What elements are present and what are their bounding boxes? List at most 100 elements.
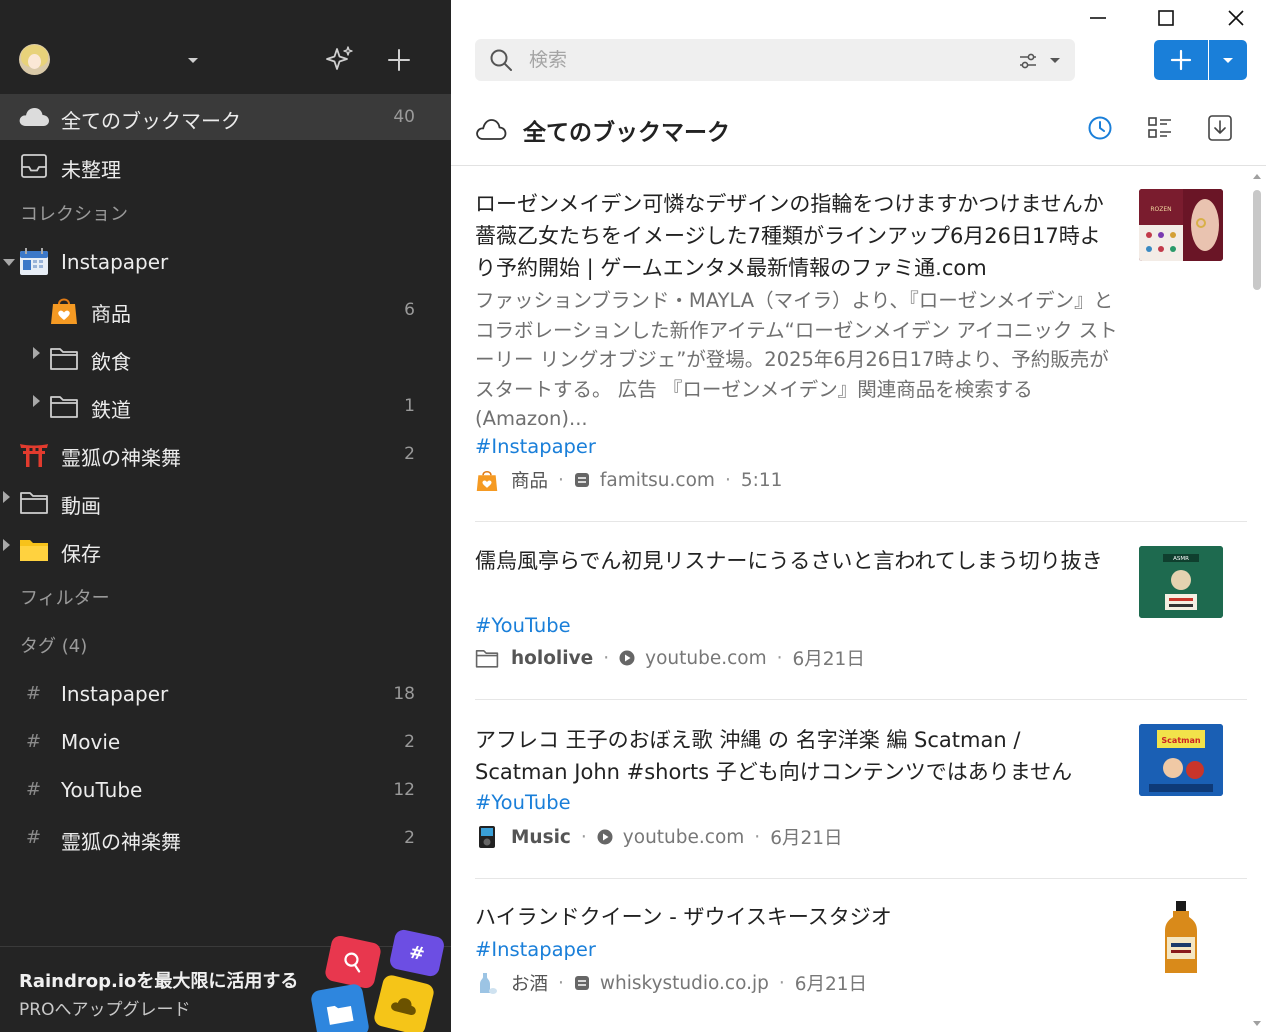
folder-icon (48, 390, 80, 422)
bookmark-tag[interactable]: #Instapaper (475, 938, 596, 961)
close-icon[interactable] (1216, 4, 1256, 32)
tag-label: 霊狐の神楽舞 (61, 830, 181, 854)
promo-subtitle: PROへアップグレード (19, 1000, 191, 1020)
bookmark-title[interactable]: 儒烏風亭らでん初見リスナーにうるさいと言われてしまう切り抜き (475, 545, 1115, 577)
filter-settings-icon[interactable] (1018, 51, 1038, 71)
calendar-icon (18, 246, 50, 278)
sparkle-icon[interactable] (324, 44, 356, 76)
bookmark-thumbnail[interactable]: ROZEN (1139, 189, 1223, 261)
expand-toggle-icon[interactable] (33, 347, 40, 359)
bookmark-item[interactable]: 儒烏風亭らでん初見リスナーにうるさいと言われてしまう切り抜き #YouTube … (475, 545, 1247, 700)
bookmark-item[interactable]: ローゼンメイデン可憐なデザインの指輪をつけますかつけませんか薔薇乙女たちをイメー… (475, 188, 1247, 522)
minimize-icon[interactable] (1078, 4, 1118, 32)
view-mode-list-icon[interactable] (1145, 113, 1175, 143)
inbox-icon (18, 150, 50, 182)
filters-heading[interactable]: フィルター (20, 584, 110, 610)
tags-heading[interactable]: タグ (4) (20, 632, 87, 658)
sidebar-item-reiko[interactable]: 霊狐の神楽舞 2 (0, 431, 451, 477)
bookmark-title[interactable]: アフレコ 王子のおぼえ歌 沖縄 の 名字洋楽 編 Scatman / Scatm… (475, 724, 1115, 788)
sidebar-item-video[interactable]: 動画 (0, 479, 451, 525)
sidebar-tag-movie[interactable]: # Movie 2 (0, 719, 451, 765)
main-panel: 全てのブックマーク ローゼンメイデン可憐なデザインの指輪をつけますかつけませんか… (451, 0, 1266, 1032)
bookmark-domain: whiskystudio.co.jp (599, 972, 769, 994)
sidebar-item-label: 鉄道 (91, 398, 131, 422)
sidebar-item-label: 商品 (91, 302, 131, 326)
scroll-up-icon[interactable] (1253, 174, 1261, 179)
upgrade-promo[interactable]: Raindrop.ioを最大限に活用する PROへアップグレード # (0, 928, 451, 1032)
tag-count: 2 (404, 828, 415, 848)
sidebar-item-instapaper[interactable]: Instapaper (0, 239, 451, 285)
bookmark-meta: hololive · youtube.com · 6月21日 (475, 644, 865, 672)
collections-heading[interactable]: コレクション (20, 200, 128, 226)
filter-dropdown-caret-icon[interactable] (1050, 58, 1060, 63)
sake-icon (475, 971, 499, 995)
sidebar-tag-instapaper[interactable]: # Instapaper 18 (0, 671, 451, 717)
tag-label: Movie (61, 730, 121, 754)
bookmark-domain: youtube.com (645, 647, 767, 669)
add-bookmark-button[interactable] (1154, 40, 1208, 80)
bookmark-count: 6 (404, 300, 415, 320)
bookmark-item[interactable]: アフレコ 王子のおぼえ歌 沖縄 の 名字洋楽 編 Scatman / Scatm… (475, 724, 1247, 879)
bookmark-title[interactable]: ローゼンメイデン可憐なデザインの指輪をつけますかつけませんか薔薇乙女たちをイメー… (475, 188, 1115, 284)
search-bar (475, 39, 1075, 81)
collapse-toggle-icon[interactable] (3, 259, 15, 266)
sidebar-item-label: 未整理 (61, 158, 121, 182)
scrollbar-thumb[interactable] (1253, 190, 1261, 290)
tag-count: 12 (393, 780, 415, 800)
bookmark-collection: 商品 (511, 471, 549, 492)
bookmark-collection: お酒 (511, 974, 549, 995)
export-download-icon[interactable] (1205, 113, 1235, 143)
page-title: 全てのブックマーク (523, 120, 730, 146)
avatar[interactable] (19, 44, 50, 75)
bookmark-thumbnail[interactable] (1139, 901, 1223, 973)
bookmark-thumbnail[interactable]: ASMR (1139, 546, 1223, 618)
hash-icon: # (26, 827, 42, 848)
hash-icon: # (26, 779, 42, 800)
bookmark-collection: Music (511, 826, 571, 848)
sidebar-item-goods[interactable]: 商品 6 (0, 287, 451, 333)
expand-toggle-icon[interactable] (3, 539, 10, 551)
bookmark-tag[interactable]: #YouTube (475, 614, 571, 637)
sidebar-tag-reiko[interactable]: # 霊狐の神楽舞 2 (0, 815, 451, 861)
bookmark-item[interactable]: ハイランドクイーン - ザウイスキースタジオ #Instapaper お酒 · … (475, 901, 1247, 1032)
shopping-bag-icon (48, 294, 80, 326)
tag-label: Instapaper (61, 682, 169, 706)
sidebar-item-food[interactable]: 飲食 (0, 335, 451, 381)
bookmark-thumbnail[interactable]: Scatman (1139, 724, 1223, 796)
sidebar-item-unsorted[interactable]: 未整理 (0, 143, 451, 189)
expand-toggle-icon[interactable] (33, 395, 40, 407)
expand-toggle-icon[interactable] (3, 491, 10, 503)
article-icon (574, 472, 590, 488)
folder-icon (18, 486, 50, 518)
sidebar-tag-youtube[interactable]: # YouTube 12 (0, 767, 451, 813)
bookmark-time: 6月21日 (770, 828, 843, 849)
hash-icon: # (26, 683, 42, 704)
add-collection-button[interactable] (384, 44, 414, 76)
header-divider (451, 165, 1266, 166)
sidebar-item-railway[interactable]: 鉄道 1 (0, 383, 451, 429)
folder-icon (475, 646, 499, 670)
sidebar-item-all-bookmarks[interactable]: 全てのブックマーク 40 (0, 94, 451, 140)
add-options-button[interactable] (1209, 40, 1247, 80)
sidebar-item-saved[interactable]: 保存 (0, 527, 451, 573)
folder-tile-icon (309, 982, 371, 1032)
bookmark-meta: お酒 · whiskystudio.co.jp · 6月21日 (475, 969, 867, 997)
sidebar-item-label: 霊狐の神楽舞 (61, 446, 181, 470)
sidebar-toolbar (0, 0, 451, 92)
bookmark-title[interactable]: ハイランドクイーン - ザウイスキースタジオ (475, 901, 1115, 933)
sidebar-item-label: 全てのブックマーク (61, 109, 241, 133)
maximize-icon[interactable] (1146, 4, 1186, 32)
sort-recent-icon[interactable] (1085, 113, 1115, 143)
account-menu-caret-icon[interactable] (188, 58, 198, 63)
cloud-icon (475, 115, 507, 143)
bookmark-tag[interactable]: #Instapaper (475, 435, 596, 458)
shopping-bag-icon (475, 468, 499, 492)
bookmark-tag[interactable]: #YouTube (475, 791, 571, 814)
scrollbar[interactable] (1248, 166, 1266, 1032)
cloud-icon (18, 101, 50, 133)
music-player-icon (475, 825, 499, 849)
scroll-down-icon[interactable] (1253, 1021, 1261, 1026)
divider (475, 699, 1247, 700)
tag-count: 2 (404, 732, 415, 752)
search-input[interactable] (529, 45, 999, 75)
